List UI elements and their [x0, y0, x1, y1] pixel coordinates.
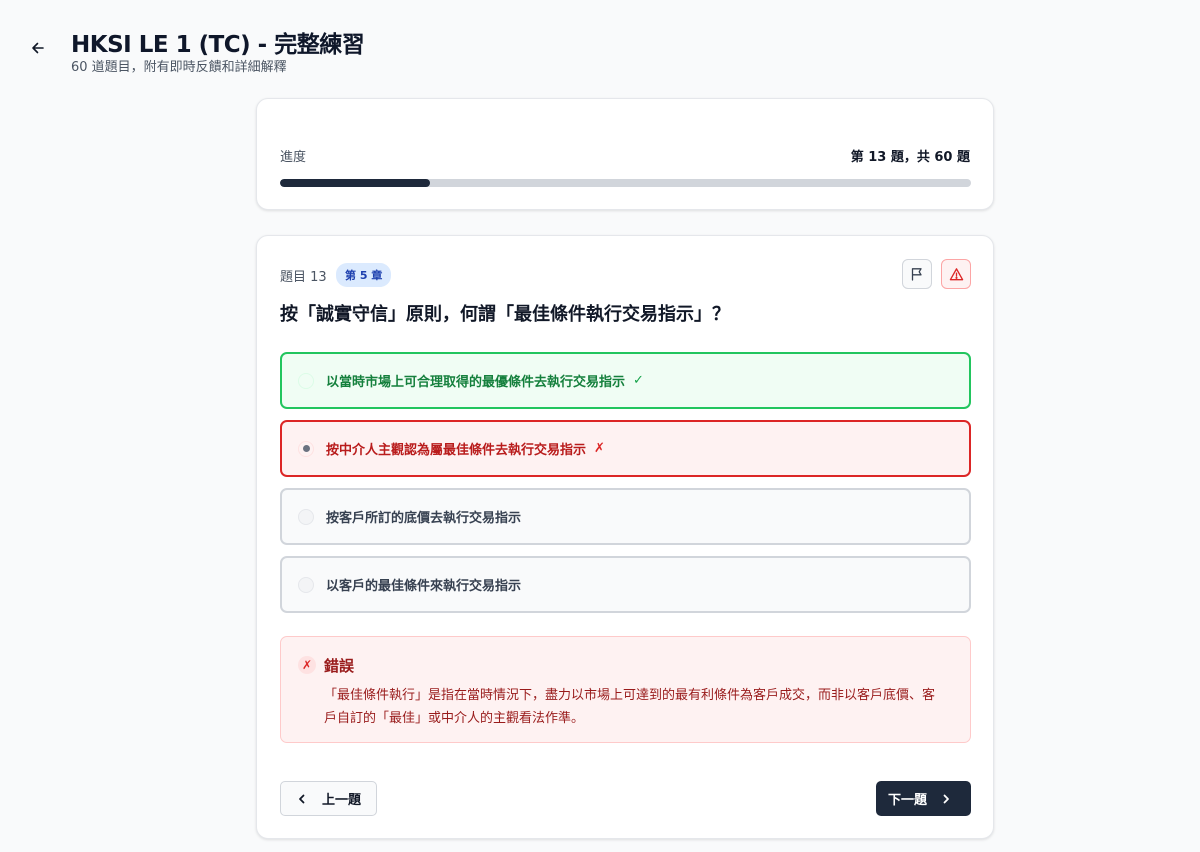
next-button-label: 下一題 — [888, 793, 928, 808]
option-text: 按中介人主觀認為屬最佳條件去執行交易指示 — [326, 443, 587, 458]
answer-option-2[interactable]: 按中介人主觀認為屬最佳條件去執行交易指示 ✗ — [280, 420, 971, 477]
question-text: 按「誠實守信」原則，何謂「最佳條件執行交易指示」？ — [280, 304, 730, 325]
feedback-title: 錯誤 — [324, 657, 355, 675]
progress-label: 進度 — [280, 150, 307, 165]
report-button[interactable] — [941, 259, 971, 289]
page-title: HKSI LE 1 (TC) - 完整練習 — [71, 32, 365, 58]
chapter-badge: 第 5 章 — [336, 263, 392, 287]
question-card: 題目 13 第 5 章 按「誠實守信」原則，何謂「最佳條件執行交易指示」？ 以當… — [256, 235, 994, 839]
option-text: 以當時市場上可合理取得的最優條件去執行交易指示 — [326, 375, 626, 390]
radio-button — [298, 372, 314, 389]
next-button[interactable]: 下一題 — [876, 781, 971, 816]
progress-bar-fill — [280, 179, 430, 187]
page-subtitle: 60 道題目，附有即時反饋和詳細解釋 — [71, 60, 287, 75]
feedback-box: ✗ 錯誤 「最佳條件執行」是指在當時情況下，盡力以市場上可達到的最有利條件為客戶… — [280, 636, 971, 743]
check-icon: ✓ — [633, 373, 644, 388]
radio-button — [298, 440, 314, 457]
flag-button[interactable] — [902, 259, 932, 289]
radio-selected-dot — [302, 445, 310, 452]
progress-bar — [280, 179, 971, 187]
radio-button — [298, 508, 314, 525]
option-text: 按客戶所訂的底價去執行交易指示 — [326, 511, 522, 526]
question-number: 題目 13 — [280, 270, 327, 285]
answer-option-3[interactable]: 按客戶所訂的底價去執行交易指示 — [280, 488, 971, 545]
flag-icon — [911, 268, 922, 281]
alert-triangle-icon — [949, 267, 963, 280]
back-button[interactable] — [26, 36, 50, 60]
previous-button-label: 上一題 — [322, 793, 362, 808]
chevron-right-icon — [943, 794, 949, 803]
feedback-explanation: 「最佳條件執行」是指在當時情況下，盡力以市場上可達到的最有利條件為客戶成交，而非… — [324, 688, 936, 726]
cross-icon: ✗ — [594, 441, 605, 456]
option-text: 以客戶的最佳條件來執行交易指示 — [326, 579, 522, 594]
progress-card: 進度 第 13 題，共 60 題 — [256, 98, 994, 210]
arrow-left-icon — [32, 42, 44, 54]
error-icon: ✗ — [298, 656, 316, 674]
answer-option-1[interactable]: 以當時市場上可合理取得的最優條件去執行交易指示 ✓ — [280, 352, 971, 409]
previous-button[interactable]: 上一題 — [280, 781, 377, 816]
progress-count: 第 13 題，共 60 題 — [850, 150, 970, 165]
answer-option-4[interactable]: 以客戶的最佳條件來執行交易指示 — [280, 556, 971, 613]
chevron-left-icon — [299, 794, 305, 803]
radio-button — [298, 576, 314, 593]
